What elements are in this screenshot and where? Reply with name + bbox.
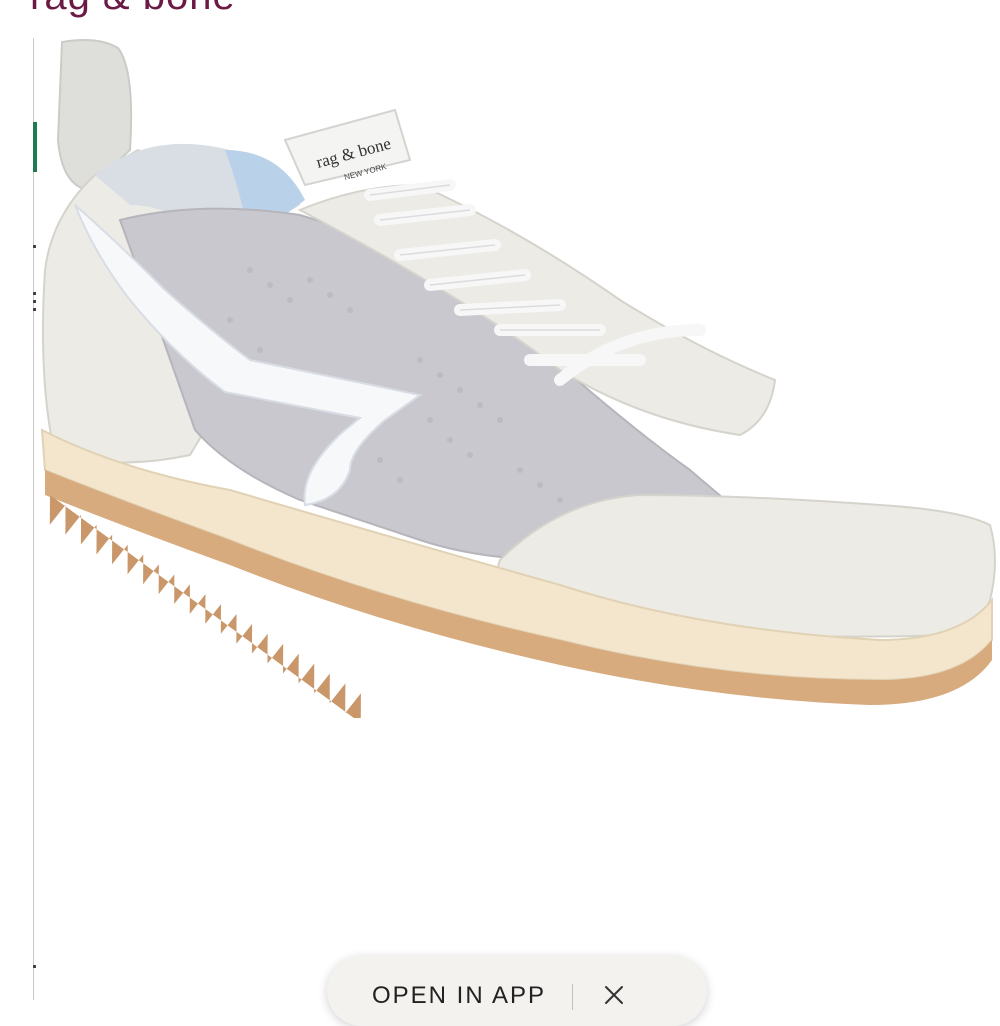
- close-banner-button[interactable]: [599, 980, 629, 1010]
- left-marker: [33, 292, 36, 295]
- left-marker: [33, 965, 36, 968]
- product-image[interactable]: rag & bone NEW YORK: [38, 38, 1000, 718]
- left-marker: [33, 308, 36, 311]
- left-accent-bar: [33, 122, 37, 172]
- open-in-app-banner: OPEN IN APP: [327, 956, 707, 1026]
- close-icon: [605, 986, 624, 1004]
- sneaker-image: rag & bone NEW YORK: [40, 39, 996, 718]
- banner-divider: [572, 984, 574, 1010]
- open-in-app-button[interactable]: OPEN IN APP: [372, 982, 546, 1010]
- left-marker: [33, 300, 36, 303]
- page-title: rag & bone: [30, 0, 236, 19]
- left-divider: [33, 38, 34, 1000]
- left-marker: [33, 245, 36, 248]
